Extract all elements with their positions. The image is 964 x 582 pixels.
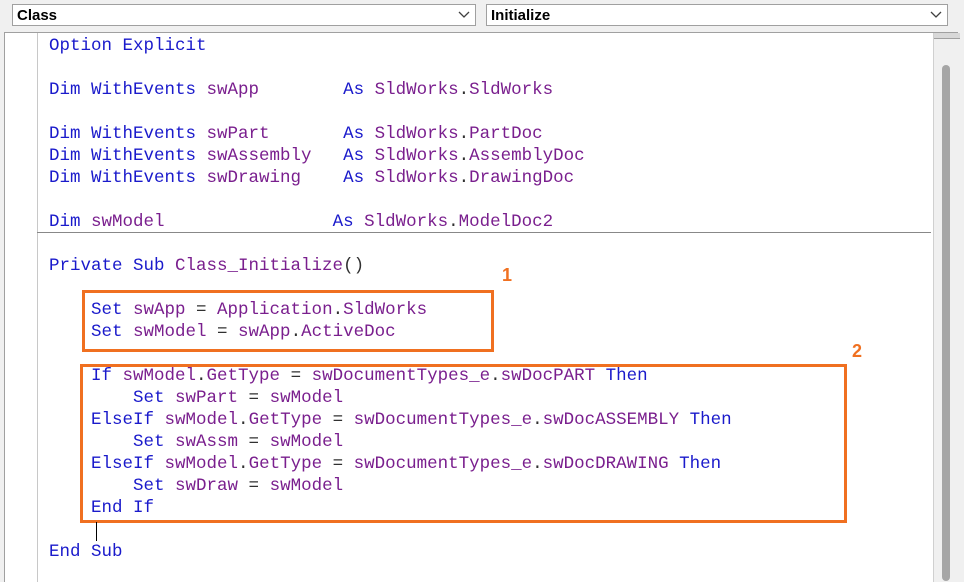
scrollbar-thumb[interactable] — [942, 65, 950, 581]
identifier-token: SldWorks — [374, 168, 459, 188]
code-line[interactable]: End Sub — [49, 541, 732, 563]
identifier-token: SldWorks — [364, 212, 449, 232]
keyword-token: As — [343, 124, 375, 144]
text-token: . — [458, 124, 470, 144]
code-line[interactable]: Dim WithEvents swApp As SldWorks.SldWork… — [49, 79, 732, 101]
keyword-token: Dim — [49, 212, 92, 232]
chevron-down-icon[interactable] — [453, 5, 475, 25]
identifier-token: SldWorks — [374, 80, 459, 100]
identifier-token: ModelDoc2 — [458, 212, 554, 232]
object-dropdown-value: Class — [17, 6, 58, 24]
highlight-box-2 — [80, 364, 847, 523]
identifier-token: DrawingDoc — [469, 168, 575, 188]
identifier-token: AssemblyDoc — [469, 146, 585, 166]
keyword-token: Dim WithEvents — [49, 146, 207, 166]
annotation-label-2: 2 — [852, 341, 863, 361]
procedure-separator — [37, 232, 931, 233]
keyword-token: As — [343, 146, 375, 166]
keyword-token: As — [343, 168, 375, 188]
identifier-token: SldWorks — [374, 146, 459, 166]
code-window-toolbar: Class Initialize — [0, 0, 964, 32]
keyword-token: Private Sub — [49, 256, 176, 276]
keyword-token: As — [343, 80, 375, 100]
vertical-scrollbar[interactable] — [933, 33, 960, 582]
text-cursor — [96, 522, 97, 541]
identifier-token: PartDoc — [469, 124, 543, 144]
procedure-dropdown[interactable]: Initialize — [486, 4, 948, 26]
code-line[interactable]: Dim WithEvents swDrawing As SldWorks.Dra… — [49, 167, 732, 189]
keyword-token: Option Explicit — [49, 36, 207, 56]
identifier-token: SldWorks — [374, 124, 459, 144]
code-line[interactable]: Dim WithEvents swAssembly As SldWorks.As… — [49, 145, 732, 167]
identifier-token: swApp — [206, 80, 260, 100]
text-token: () — [343, 256, 365, 276]
text-token: . — [458, 80, 470, 100]
identifier-token: Class_Initialize — [175, 256, 344, 276]
code-line[interactable]: Dim WithEvents swPart As SldWorks.PartDo… — [49, 123, 732, 145]
code-line[interactable] — [49, 233, 732, 255]
procedure-dropdown-value: Initialize — [491, 6, 551, 24]
code-line[interactable] — [49, 57, 732, 79]
identifier-token: SldWorks — [469, 80, 554, 100]
text-token: . — [458, 146, 470, 166]
keyword-token: End Sub — [49, 542, 123, 562]
chevron-down-icon[interactable] — [925, 5, 947, 25]
code-line[interactable]: Option Explicit — [49, 35, 732, 57]
code-line[interactable] — [49, 101, 732, 123]
text-token: . — [448, 212, 459, 232]
keyword-token: Dim WithEvents — [49, 124, 207, 144]
identifier-token: swDrawing — [206, 168, 302, 188]
object-dropdown[interactable]: Class — [12, 4, 476, 26]
identifier-token: swModel — [91, 212, 165, 232]
code-line[interactable]: Dim swModel As SldWorks.ModelDoc2 — [49, 211, 732, 233]
annotation-label-1: 1 — [502, 265, 513, 285]
keyword-token: Dim WithEvents — [49, 168, 207, 188]
keyword-token: Dim WithEvents — [49, 80, 207, 100]
identifier-token: swPart — [206, 124, 270, 144]
keyword-token: As — [332, 212, 365, 232]
code-line[interactable] — [49, 189, 732, 211]
text-token: . — [458, 168, 470, 188]
highlight-box-1 — [82, 290, 494, 352]
split-bar[interactable] — [934, 33, 960, 39]
identifier-token: swAssembly — [206, 146, 312, 166]
margin-indicator-bar[interactable] — [5, 33, 38, 582]
code-line[interactable]: Private Sub Class_Initialize() — [49, 255, 732, 277]
